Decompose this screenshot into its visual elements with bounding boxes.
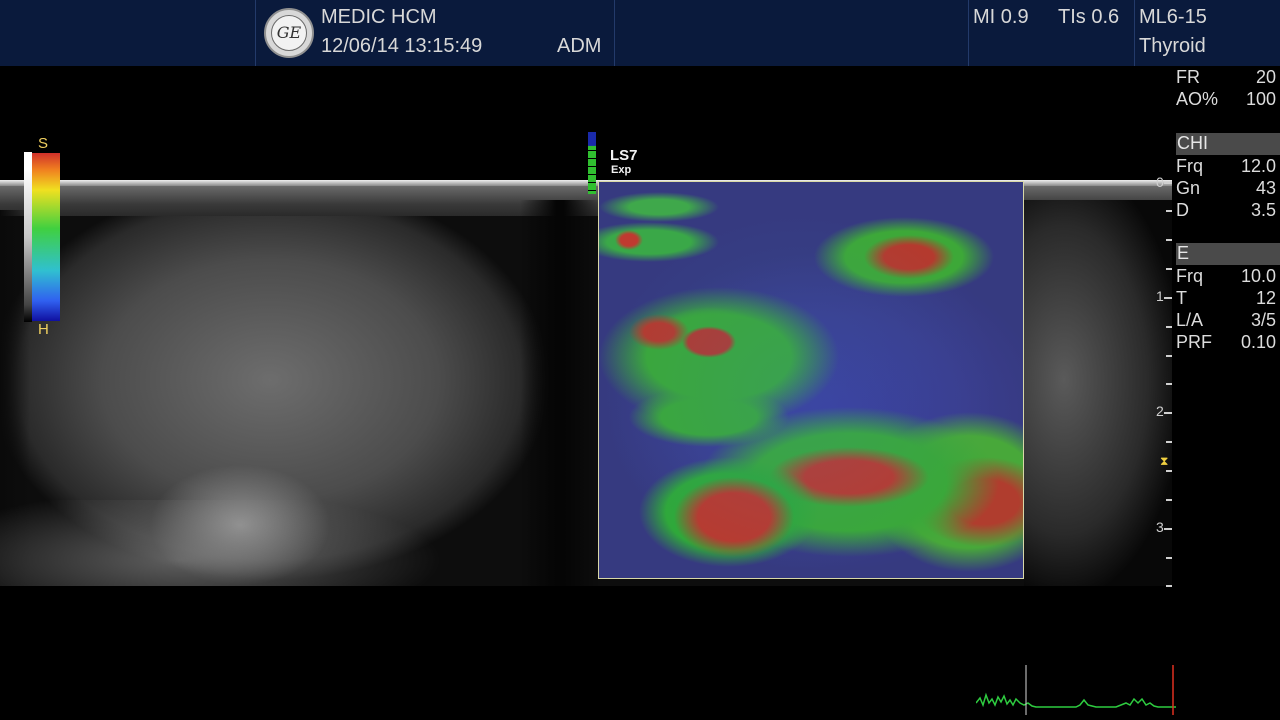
depth-label: 2	[1156, 403, 1164, 419]
param-key: L/A	[1176, 310, 1204, 330]
param-key: Frq	[1176, 266, 1203, 286]
param-row: L/A 3/5	[1176, 310, 1276, 332]
grayscale-bar	[24, 152, 32, 322]
param-key: Frq	[1176, 156, 1203, 176]
param-row: FR 20	[1176, 67, 1276, 89]
focus-marker-icon[interactable]: ⧗	[1160, 455, 1172, 467]
depth-label: 0	[1156, 174, 1164, 190]
depth-tick	[1166, 326, 1172, 328]
chi-section-header: CHI	[1176, 133, 1280, 155]
quality-indicator-bar	[588, 132, 596, 194]
header-bar: GE MEDIC HCM 12/06/14 13:15:49 ADM MI 0.…	[0, 0, 1280, 66]
header-divider	[614, 0, 615, 66]
ge-logo-text: GE	[271, 15, 307, 51]
param-value: 100	[1245, 89, 1276, 109]
quality-bar-segment	[588, 158, 596, 159]
depth-tick	[1166, 441, 1172, 443]
param-key: AO%	[1176, 89, 1219, 109]
e-section-header: E	[1176, 243, 1280, 265]
probe-name: ML6-15	[1139, 6, 1207, 28]
elastography-roi[interactable]	[598, 181, 1024, 579]
param-row: D 3.5	[1176, 200, 1276, 222]
site-name: MEDIC HCM	[321, 6, 437, 28]
param-key: FR	[1176, 67, 1200, 87]
quality-bar-segment	[588, 174, 596, 175]
header-divider	[968, 0, 969, 66]
depth-tick	[1166, 470, 1172, 472]
param-value: 20	[1255, 67, 1276, 87]
depth-tick	[1164, 297, 1172, 299]
quality-bar-segment	[588, 190, 596, 191]
param-row: Frq 12.0	[1176, 156, 1276, 178]
operator-id: ADM	[557, 35, 602, 57]
echogenic-region	[0, 500, 560, 586]
param-row: Gn 43	[1176, 178, 1276, 200]
depth-tick	[1166, 499, 1172, 501]
depth-scale: 0 1 2 3	[1150, 174, 1180, 590]
depth-tick	[1166, 239, 1172, 241]
depth-label: 1	[1156, 288, 1164, 304]
chi-section-title: CHI	[1177, 133, 1208, 153]
colorbar-soft-label: S	[38, 135, 49, 152]
param-value: 3.5	[1250, 200, 1276, 220]
mode-label: Exp	[611, 164, 632, 176]
ecg-waveform	[976, 692, 1176, 708]
depth-tick	[1164, 412, 1172, 414]
thermal-index: TIs 0.6	[1058, 6, 1120, 28]
mechanical-index: MI 0.9	[973, 6, 1029, 28]
ge-logo: GE	[264, 8, 314, 58]
header-divider	[255, 0, 256, 66]
quality-bar-segment	[588, 182, 596, 183]
depth-tick	[1166, 557, 1172, 559]
param-key: PRF	[1176, 332, 1212, 352]
elastography-overlay	[599, 182, 1023, 578]
param-value: 0.10	[1240, 332, 1276, 352]
param-row: AO% 100	[1176, 89, 1276, 111]
quality-bar-segment	[588, 150, 596, 151]
quality-label: LS7	[610, 147, 638, 164]
param-value: 12	[1255, 288, 1276, 308]
quality-bar-segment	[588, 166, 596, 167]
param-row: T 12	[1176, 288, 1276, 310]
depth-tick	[1166, 383, 1172, 385]
header-divider	[1134, 0, 1135, 66]
exam-datetime: 12/06/14 13:15:49	[321, 35, 483, 57]
depth-tick	[1166, 585, 1172, 587]
depth-label: 3	[1156, 519, 1164, 535]
param-value: 3/5	[1250, 310, 1276, 330]
param-value: 43	[1255, 178, 1276, 198]
depth-tick	[1166, 355, 1172, 357]
depth-tick	[1164, 182, 1172, 184]
param-row: Frq 10.0	[1176, 266, 1276, 288]
elasticity-color-bar	[32, 153, 60, 321]
depth-tick	[1166, 268, 1172, 270]
ecg-trace	[976, 665, 1176, 715]
param-row: PRF 0.10	[1176, 332, 1276, 354]
depth-tick	[1166, 210, 1172, 212]
preset-name: Thyroid	[1139, 35, 1206, 57]
depth-tick	[1164, 528, 1172, 530]
colorbar-hard-label: H	[38, 321, 49, 338]
param-value: 10.0	[1240, 266, 1276, 286]
param-value: 12.0	[1240, 156, 1276, 176]
